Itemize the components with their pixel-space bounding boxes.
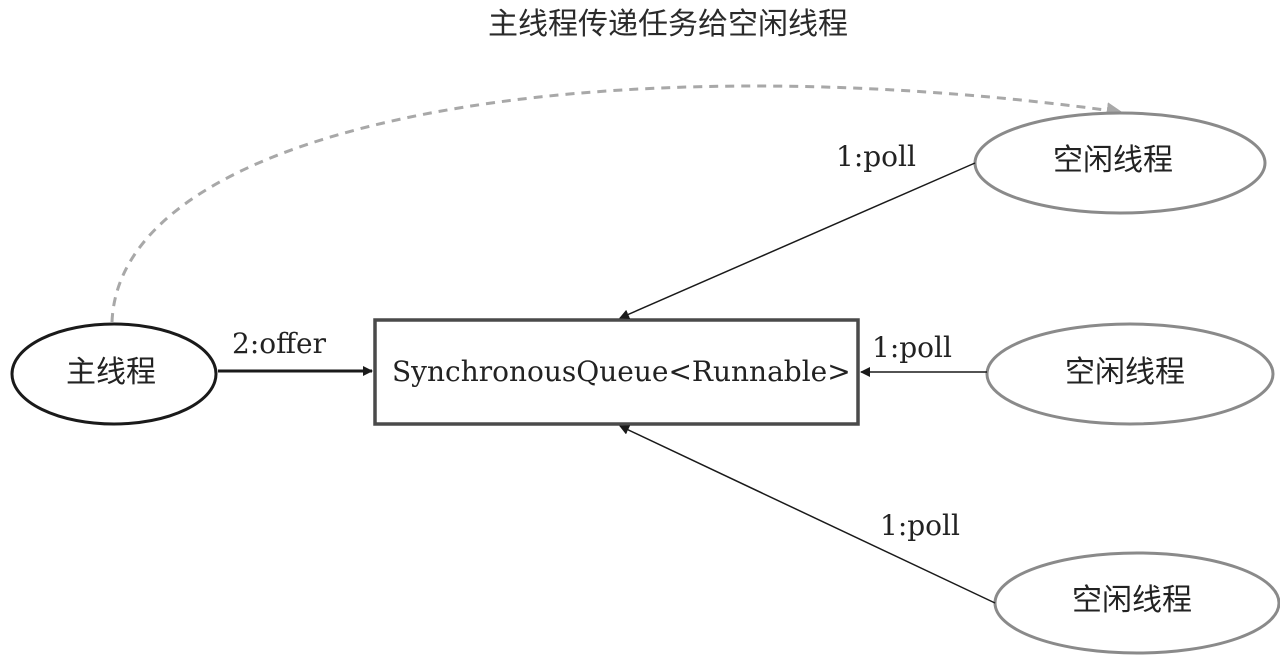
offer-edge-label: 2:offer	[232, 327, 326, 360]
diagram-title: 主线程传递任务给空闲线程	[488, 7, 848, 42]
idle-thread-middle-label: 空闲线程	[1065, 355, 1185, 390]
poll-edge-top	[619, 162, 976, 319]
poll-edge-top-label: 1:poll	[836, 140, 916, 173]
poll-edge-middle-label: 1:poll	[872, 331, 952, 364]
idle-thread-top-label: 空闲线程	[1053, 143, 1173, 178]
dashed-handoff-arrow	[110, 84, 1123, 323]
queue-label: SynchronousQueue<Runnable>	[392, 355, 851, 388]
main-thread-label: 主线程	[66, 355, 156, 390]
idle-thread-bottom-label: 空闲线程	[1072, 583, 1192, 618]
poll-edge-bottom-label: 1:poll	[880, 509, 960, 542]
diagram-canvas: 主线程传递任务给空闲线程 主线程 SynchronousQueue<Runnab…	[0, 0, 1280, 658]
diagram-graphics	[10, 84, 1280, 655]
